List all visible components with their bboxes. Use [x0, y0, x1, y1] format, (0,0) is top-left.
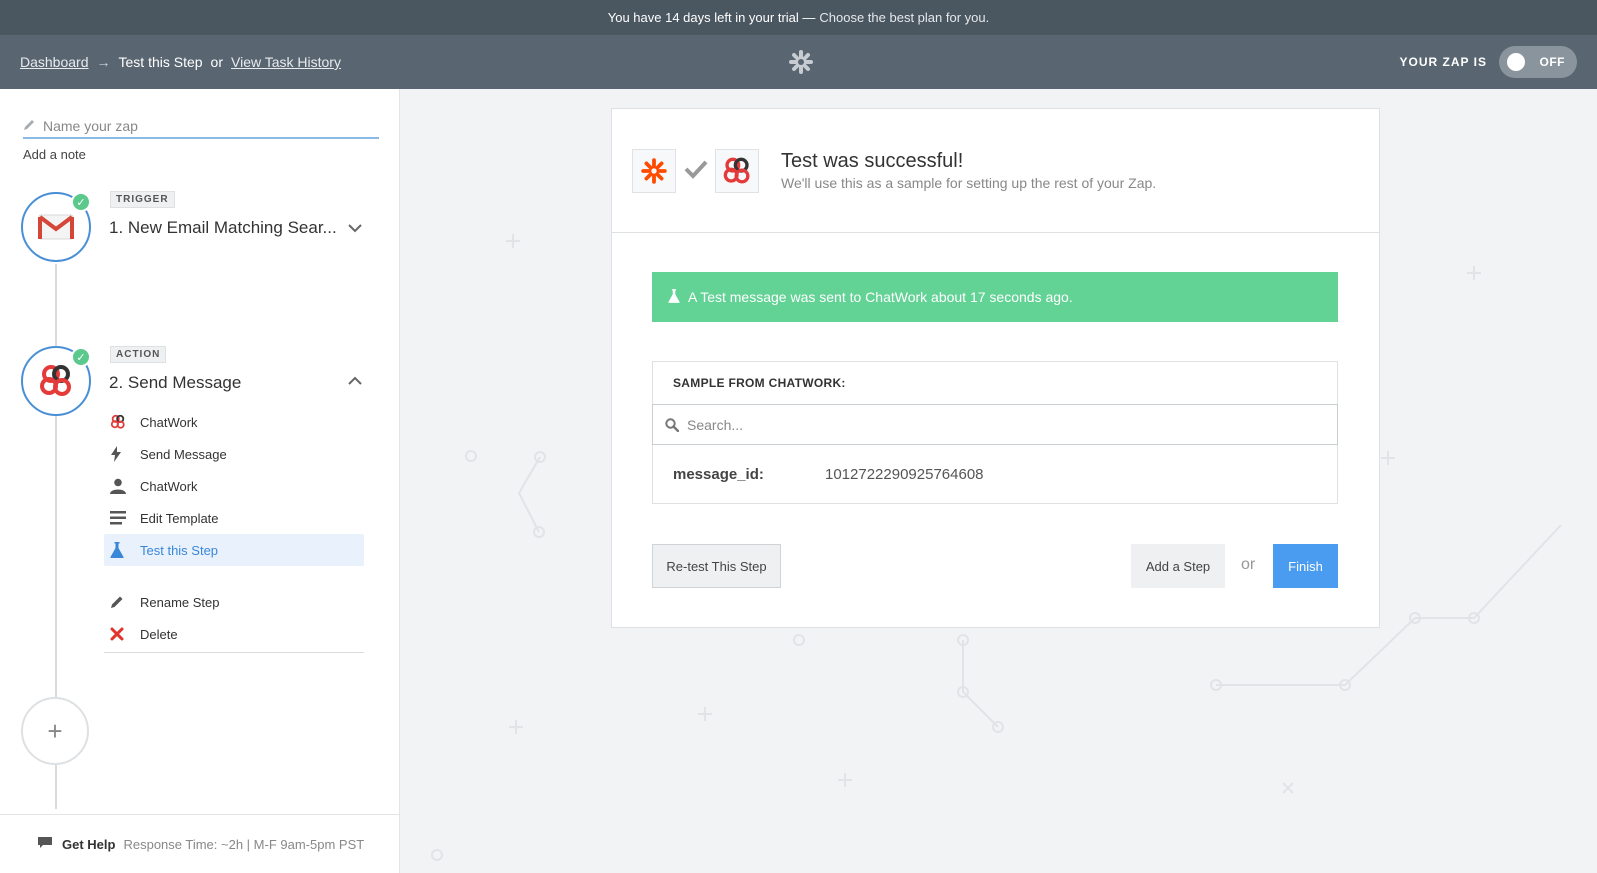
chatwork-app-badge: [715, 149, 759, 193]
trigger-tag: TRIGGER: [110, 191, 175, 208]
trigger-step-title[interactable]: 1. New Email Matching Sear...: [109, 218, 337, 238]
divider: [104, 652, 364, 653]
submenu-chatwork-app[interactable]: ChatWork: [104, 406, 364, 438]
zap-status-label: YOUR ZAP IS: [1399, 55, 1487, 69]
chat-bubble-icon: [38, 836, 52, 852]
action-step-title[interactable]: 2. Send Message: [109, 373, 241, 393]
dashboard-link[interactable]: Dashboard: [20, 54, 89, 70]
view-task-history-link[interactable]: View Task History: [231, 54, 341, 70]
delete-step-button[interactable]: Delete: [104, 618, 364, 650]
add-note-link[interactable]: Add a note: [23, 147, 86, 162]
success-title: Test was successful!: [781, 150, 964, 172]
pencil-icon: [23, 119, 37, 134]
add-step-button[interactable]: Add a Step: [1131, 544, 1225, 588]
chatwork-icon: [723, 157, 750, 184]
chatwork-icon: [40, 365, 71, 396]
submenu-label: ChatWork: [140, 414, 198, 430]
top-header: Dashboard → Test this Step or View Task …: [0, 35, 1597, 89]
get-help-link[interactable]: Get Help: [62, 837, 115, 852]
field-key: message_id:: [673, 465, 764, 483]
submenu-label: Edit Template: [140, 510, 219, 526]
sample-search-input[interactable]: [687, 416, 1287, 433]
submenu-edit-template[interactable]: Edit Template: [104, 502, 364, 534]
sample-header: SAMPLE FROM CHATWORK:: [673, 376, 846, 390]
submenu-chatwork-account[interactable]: ChatWork: [104, 470, 364, 502]
flask-icon: [668, 288, 680, 306]
user-icon: [110, 478, 132, 494]
sample-search-box: [652, 404, 1338, 445]
zap-status: YOUR ZAP IS OFF: [1400, 46, 1577, 78]
zapier-logo-icon[interactable]: [789, 50, 813, 74]
breadcrumb-or: or: [210, 54, 223, 70]
flask-icon: [110, 542, 132, 558]
action-check-icon: ✓: [71, 347, 91, 367]
breadcrumb: Dashboard → Test this Step or View Task …: [20, 35, 341, 89]
submenu-label: Send Message: [140, 446, 227, 462]
response-time-text: Response Time: ~2h | M-F 9am-5pm PST: [123, 836, 365, 852]
toggle-value: OFF: [1539, 55, 1565, 69]
toggle-knob: [1507, 53, 1525, 71]
success-alert: A Test message was sent to ChatWork abou…: [652, 272, 1338, 322]
gmail-icon: [38, 214, 74, 240]
submenu-test-step[interactable]: Test this Step: [104, 534, 364, 566]
pencil-icon: [110, 595, 132, 609]
chevron-up-icon[interactable]: [347, 373, 363, 389]
submenu-label: ChatWork: [140, 478, 198, 494]
delete-x-icon: [110, 627, 132, 641]
breadcrumb-current: Test this Step: [118, 54, 203, 70]
delete-step-label: Delete: [140, 626, 178, 642]
rename-step-button[interactable]: Rename Step: [104, 586, 364, 618]
step-actions: Rename Step Delete: [104, 586, 364, 653]
zapier-app-badge: [632, 149, 676, 193]
submenu-send-message[interactable]: Send Message: [104, 438, 364, 470]
zapier-asterisk-icon: [641, 158, 667, 184]
action-submenu: ChatWork Send Message ChatWork Edit Temp…: [104, 406, 364, 653]
sample-panel: SAMPLE FROM CHATWORK: message_id: 101272…: [652, 361, 1338, 504]
test-result-card: Test was successful! We'll use this as a…: [611, 108, 1380, 628]
retest-step-button[interactable]: Re-test This Step: [652, 544, 781, 588]
help-bar: Get Help Response Time: ~2h | M-F 9am-5p…: [0, 814, 400, 873]
breadcrumb-arrow: →: [96, 54, 111, 70]
rename-step-label: Rename Step: [140, 594, 220, 610]
editor-sidebar: Add a note ✓ TRIGGER 1. New Email Matchi…: [0, 89, 400, 873]
field-value: 1012722290925764608: [825, 465, 984, 483]
card-header: Test was successful! We'll use this as a…: [612, 109, 1379, 233]
lines-icon: [110, 511, 132, 525]
alert-text: A Test message was sent to ChatWork abou…: [688, 289, 1073, 305]
bolt-icon: [110, 446, 132, 462]
action-tag: ACTION: [110, 346, 167, 363]
submenu-label: Test this Step: [140, 542, 219, 558]
success-subtitle: We'll use this as a sample for setting u…: [781, 175, 1157, 191]
or-separator: or: [1241, 556, 1256, 573]
zap-on-off-toggle[interactable]: OFF: [1499, 46, 1577, 78]
check-icon: [684, 160, 708, 179]
chatwork-icon: [110, 414, 132, 430]
trial-days-text: You have 14 days left in your trial —: [607, 10, 816, 25]
add-step-button[interactable]: +: [21, 697, 89, 765]
choose-plan-link[interactable]: Choose the best plan for you.: [819, 10, 989, 25]
search-icon: [665, 417, 679, 432]
trigger-check-icon: ✓: [71, 192, 91, 212]
chevron-down-icon[interactable]: [347, 220, 363, 236]
finish-button[interactable]: Finish: [1273, 544, 1338, 588]
zap-name-field: [23, 115, 379, 139]
zap-name-input[interactable]: [43, 118, 343, 134]
sample-field-row: message_id: 1012722290925764608: [653, 445, 1337, 503]
trial-banner: You have 14 days left in your trial — Ch…: [0, 0, 1597, 35]
